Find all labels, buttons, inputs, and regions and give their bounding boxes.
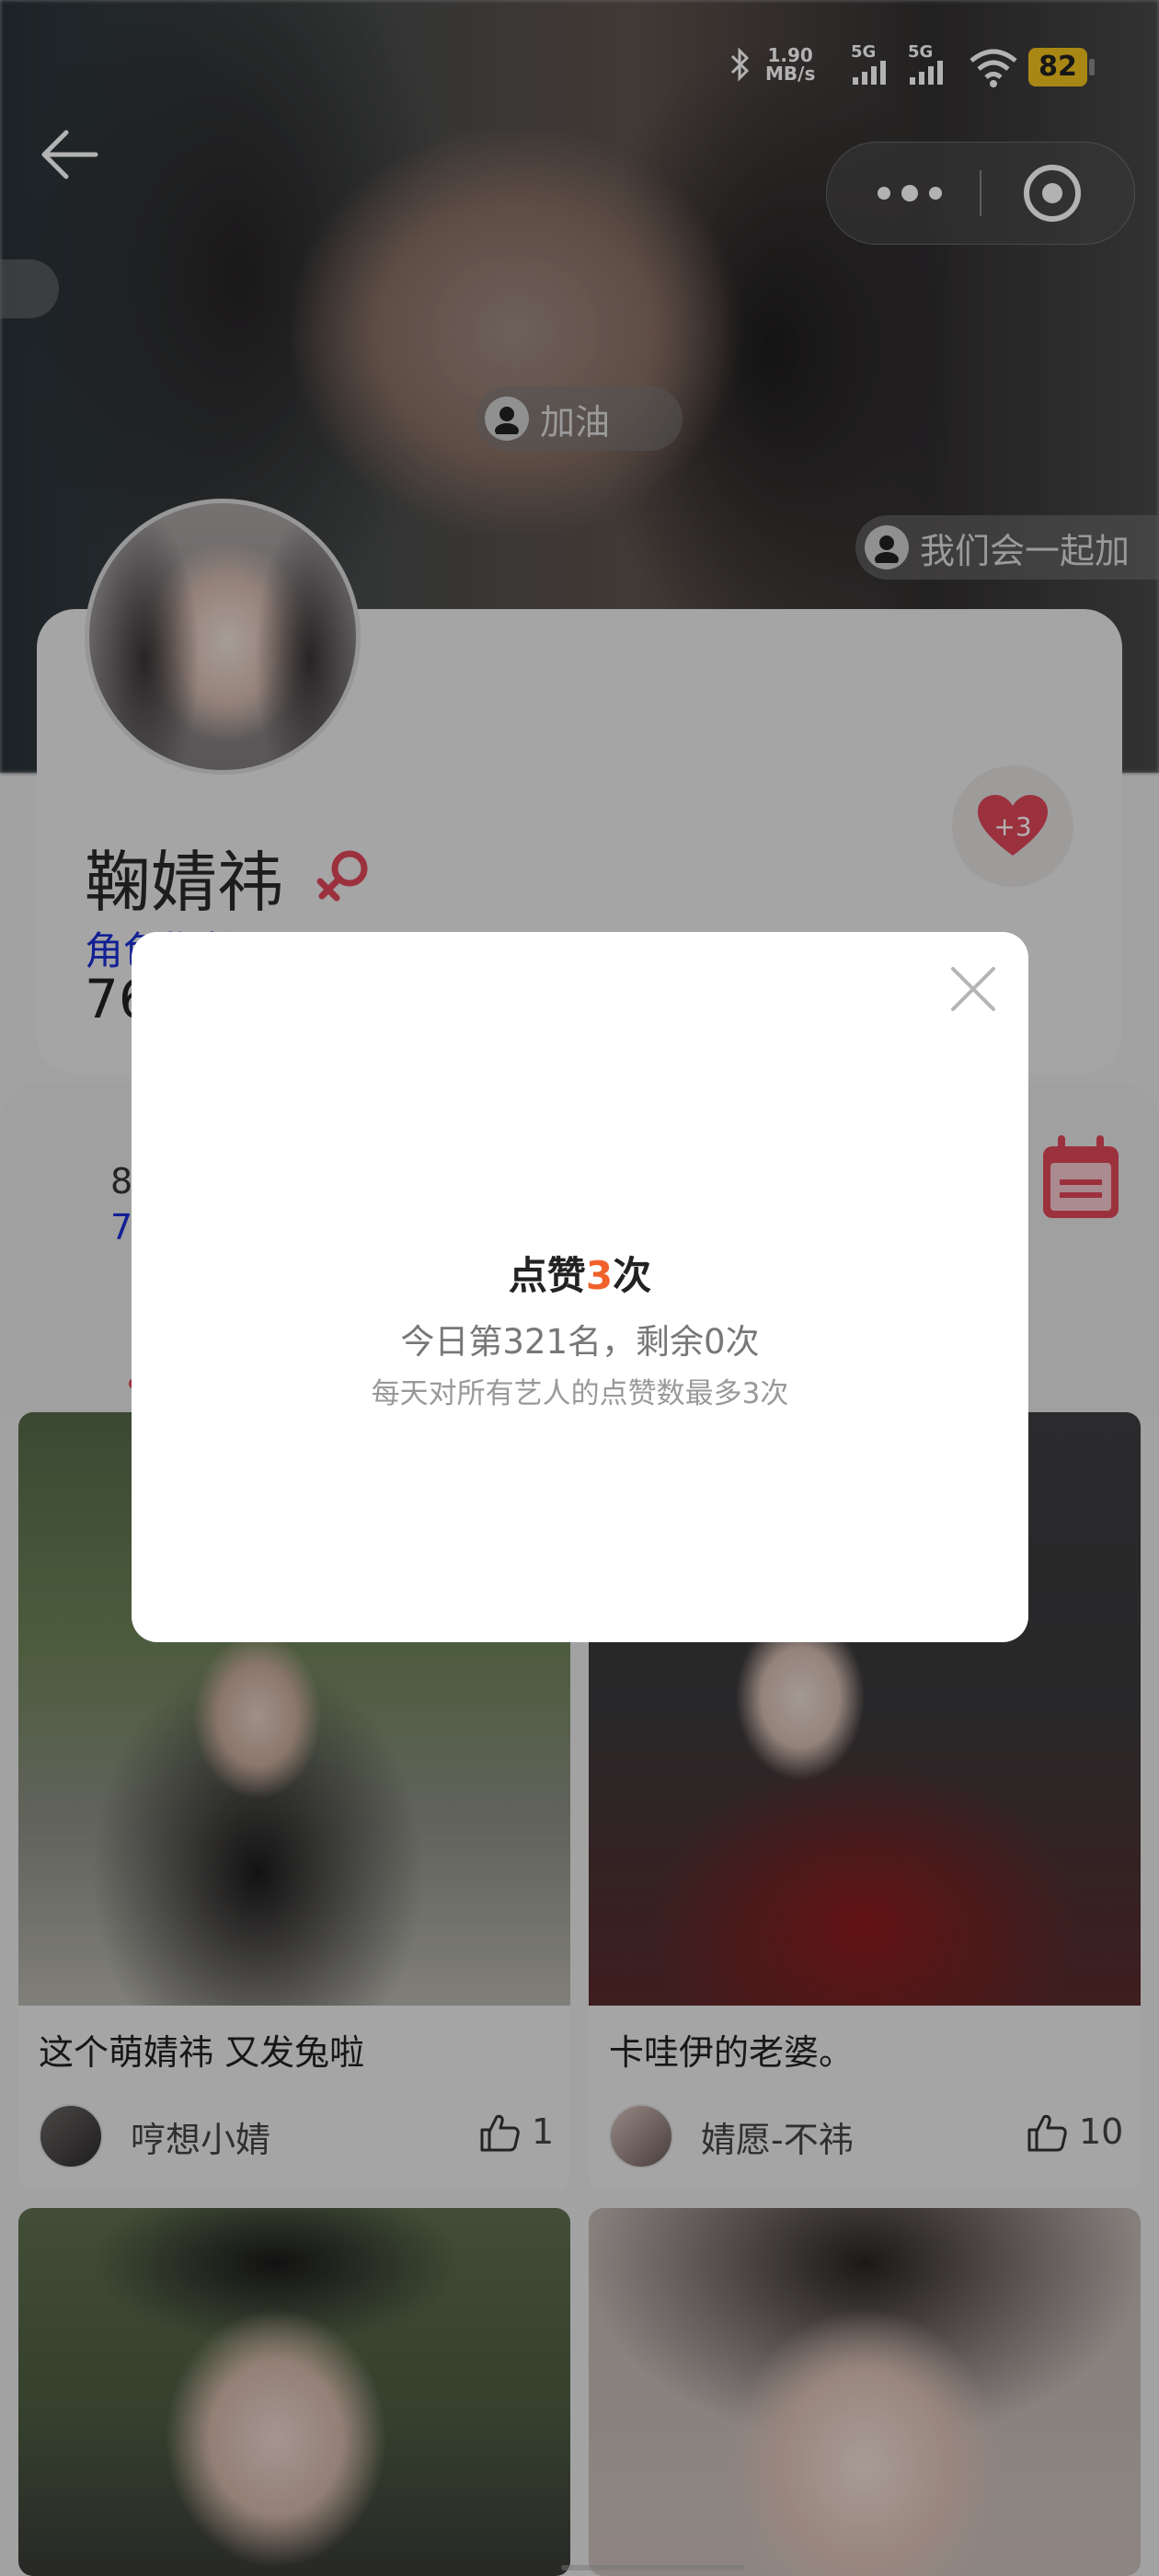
- dialog-rank-text: 今日第321名，剩余0次: [400, 1322, 760, 1362]
- dialog-title-count: 3: [585, 1253, 614, 1298]
- dialog-note: 每天对所有艺人的点赞数最多3次: [371, 1377, 789, 1410]
- dialog-title-prefix: 点赞: [508, 1253, 586, 1298]
- dialog-title: 点赞3次: [132, 1245, 1028, 1301]
- close-icon[interactable]: [946, 961, 1001, 1017]
- dialog-title-suffix: 次: [613, 1253, 652, 1298]
- home-indicator: [561, 2565, 745, 2570]
- like-result-dialog: 点赞3次 今日第321名，剩余0次 每天对所有艺人的点赞数最多3次: [132, 932, 1028, 1642]
